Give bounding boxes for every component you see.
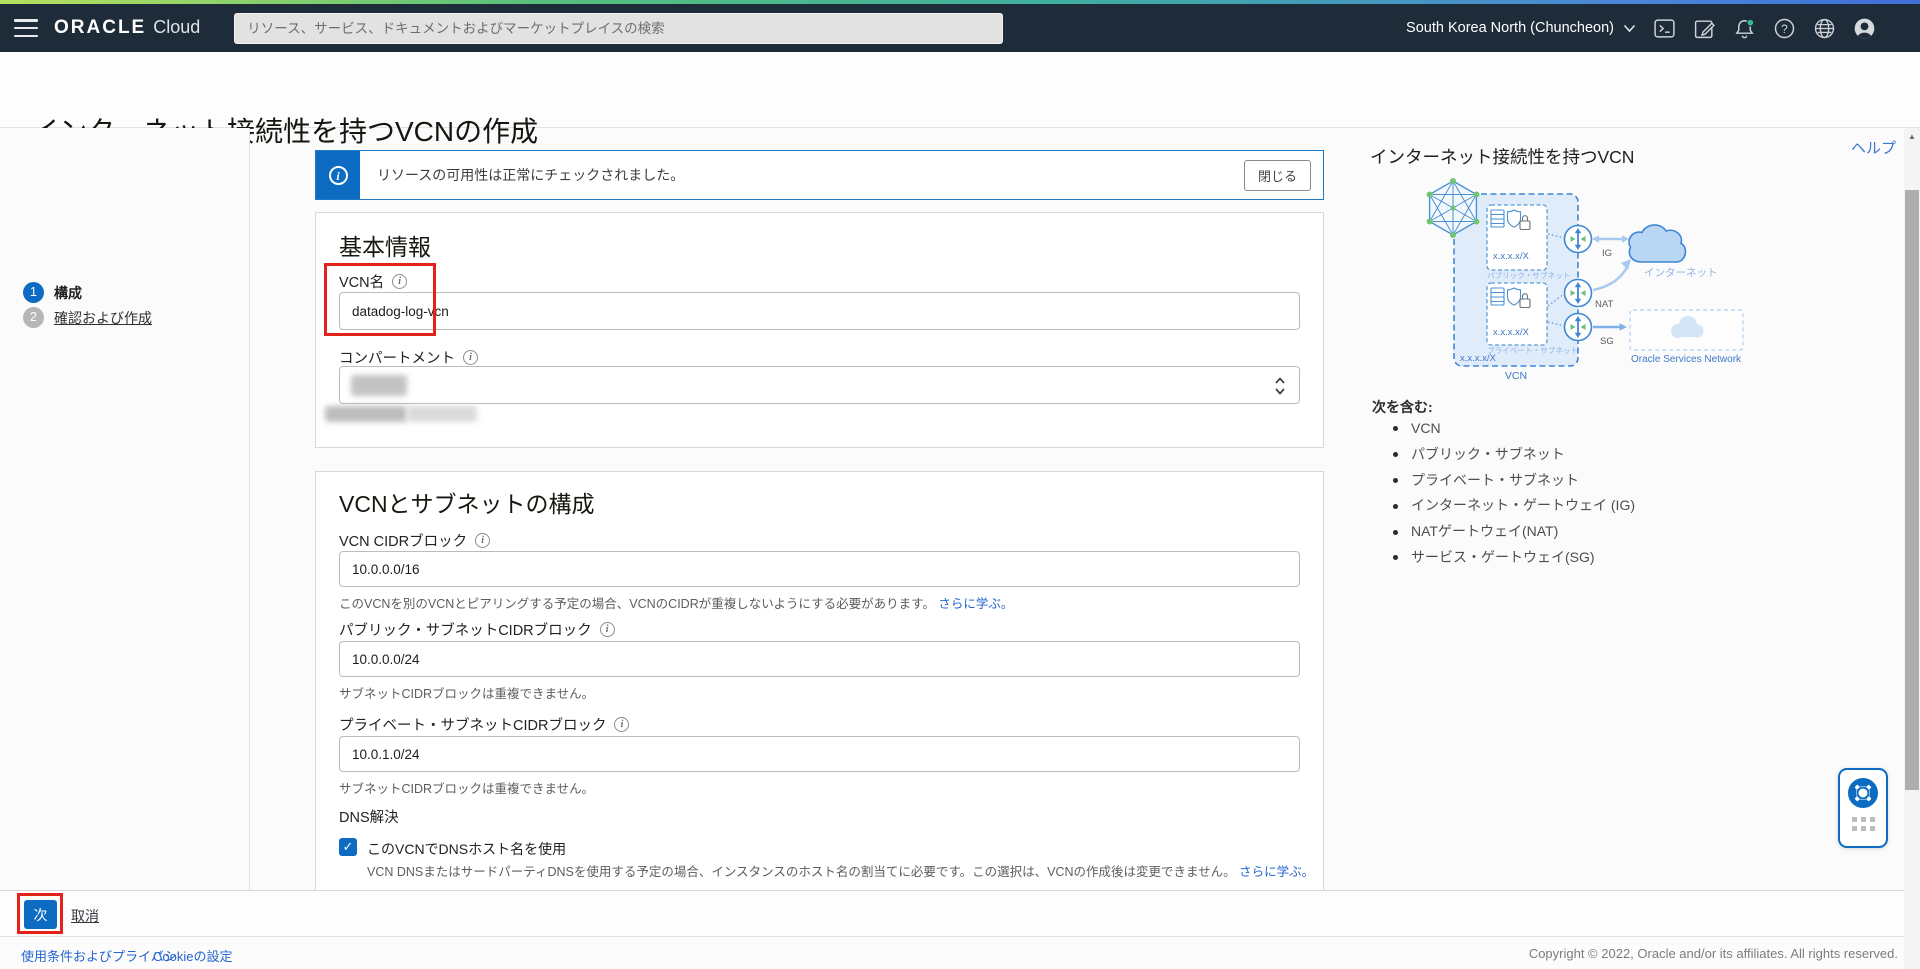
svg-text:プライベート・サブネット: プライベート・サブネット <box>1487 345 1578 355</box>
compartment-value-redacted <box>351 375 407 396</box>
page-footer: 使用条件およびプライバシ Cookieの設定 Copyright © 2022,… <box>0 936 1920 969</box>
step-label-configuration: 構成 <box>54 283 82 303</box>
list-item: プライベート・サブネット <box>1393 468 1635 494</box>
basic-info-heading: 基本情報 <box>339 228 431 262</box>
vcn-name-label: VCN名 i <box>339 271 407 292</box>
includes-heading: 次を含む: <box>1372 397 1433 417</box>
svg-text:?: ? <box>1781 21 1788 35</box>
public-subnet-cidr-label: パブリック・サブネットCIDRブロック i <box>339 619 615 640</box>
public-subnet-info-icon[interactable]: i <box>600 622 615 637</box>
oracle-cloud-console: ORACLE Cloud South Korea North (Chuncheo… <box>0 0 1920 969</box>
sg-label: SG <box>1600 336 1614 347</box>
side-panel-title: インターネット接続性を持つVCN <box>1370 144 1634 169</box>
ig-label: IG <box>1602 248 1612 259</box>
copyright-text: Copyright © 2022, Oracle and/or its affi… <box>1529 946 1898 961</box>
cookie-settings-link[interactable]: Cookieの設定 <box>153 946 232 965</box>
help-icon[interactable]: ? <box>1773 17 1796 40</box>
region-label: South Korea North (Chuncheon) <box>1406 20 1614 36</box>
svg-text:パブリック・サブネット: パブリック・サブネット <box>1487 270 1570 280</box>
life-ring-icon <box>1847 777 1879 809</box>
notification-badge <box>1747 19 1754 26</box>
internet-label: インターネット <box>1644 267 1718 279</box>
brand-oracle: ORACLE <box>54 17 146 39</box>
info-banner-icon: i <box>316 151 360 199</box>
banner-message: リソースの可用性は正常にチェックされました。 <box>377 165 684 185</box>
private-subnet-info-icon[interactable]: i <box>614 717 629 732</box>
page-title-bar: インターネット接続性を持つVCNの作成 ヘルプ <box>0 52 1920 128</box>
wizard-action-bar: 次 取消 <box>0 890 1920 936</box>
notifications-bell-icon[interactable] <box>1733 17 1756 40</box>
list-item: パブリック・サブネット <box>1393 442 1635 468</box>
compartment-info-icon[interactable]: i <box>463 350 478 365</box>
oracle-cloud-logo[interactable]: ORACLE Cloud <box>54 17 200 39</box>
language-globe-icon[interactable] <box>1813 17 1836 40</box>
global-search-input[interactable] <box>234 13 1003 44</box>
scrollbar-up-arrow[interactable]: ▲ <box>1904 128 1920 146</box>
vcn-name-input[interactable] <box>339 292 1300 330</box>
topbar-right-cluster: South Korea North (Chuncheon) ? <box>1406 17 1876 40</box>
learn-more-link-dns[interactable]: さらに学ぶ。 <box>1239 865 1314 879</box>
topbar: ORACLE Cloud South Korea North (Chuncheo… <box>0 4 1920 52</box>
private-subnet-cidr-input[interactable] <box>339 736 1300 772</box>
cancel-link[interactable]: 取消 <box>71 906 99 926</box>
dns-resolution-label: DNS解決 <box>339 806 399 827</box>
widget-grid-dots-icon <box>1852 817 1875 831</box>
step-number-2: 2 <box>23 307 44 328</box>
svg-text:x.x.x.x/X: x.x.x.x/X <box>1493 327 1530 338</box>
list-item: VCN <box>1393 416 1635 442</box>
help-link[interactable]: ヘルプ <box>1851 137 1896 158</box>
dns-hint: VCN DNSまたはサードパーティDNSを使用する予定の場合、インスタンスのホス… <box>367 861 1314 880</box>
wizard-stepper-column: 1 構成 2 確認および作成 <box>0 128 250 890</box>
vcn-cidr-label: VCN CIDRブロック i <box>339 530 490 551</box>
vcn-config-heading: VCNとサブネットの構成 <box>339 485 595 519</box>
region-selector[interactable]: South Korea North (Chuncheon) <box>1406 20 1636 36</box>
public-subnet-cidr-input[interactable] <box>339 641 1300 677</box>
brand-cloud: Cloud <box>153 17 200 38</box>
select-stepper-icon <box>1274 375 1286 397</box>
list-item: NATゲートウェイ(NAT) <box>1393 519 1635 545</box>
learn-more-link-cidr[interactable]: さらに学ぶ。 <box>938 597 1013 611</box>
vcn-cidr-input[interactable] <box>339 551 1300 587</box>
compartment-select[interactable] <box>339 366 1300 404</box>
compartment-label: コンパートメント i <box>339 347 478 368</box>
vcn-name-info-icon[interactable]: i <box>392 274 407 289</box>
compartment-path-redacted-2 <box>407 406 477 422</box>
gateway-icons <box>1565 226 1592 341</box>
cloud-shell-icon[interactable] <box>1653 17 1676 40</box>
step-label-review-create: 確認および作成 <box>54 308 152 328</box>
chevron-down-icon <box>1623 24 1636 33</box>
scrollbar-thumb[interactable] <box>1905 190 1919 790</box>
nat-label: NAT <box>1595 299 1613 310</box>
dns-hostnames-checkbox[interactable]: ✓ <box>339 838 357 856</box>
compartment-path-redacted-1 <box>325 406 407 422</box>
vcn-cidr-placeholder: x.x.x.x/X <box>1460 353 1497 364</box>
osn-box <box>1630 310 1743 350</box>
hamburger-menu-icon[interactable] <box>14 19 38 37</box>
edit-announcements-icon[interactable] <box>1693 17 1716 40</box>
osn-label: Oracle Services Network <box>1631 354 1742 365</box>
resource-availability-banner: i リソースの可用性は正常にチェックされました。 閉じる <box>315 150 1324 200</box>
svg-text:x.x.x.x/X: x.x.x.x/X <box>1493 251 1530 262</box>
banner-close-button[interactable]: 閉じる <box>1244 160 1311 191</box>
list-item: インターネット・ゲートウェイ (IG) <box>1393 493 1635 519</box>
vcn-diagram-label: VCN <box>1505 370 1527 382</box>
includes-list: VCN パブリック・サブネット プライベート・サブネット インターネット・ゲート… <box>1393 416 1635 571</box>
stepper-step-configuration[interactable]: 1 構成 <box>23 282 82 303</box>
dns-checkbox-label: このVCNでDNSホスト名を使用 <box>367 839 566 859</box>
step-number-1: 1 <box>23 282 44 303</box>
internet-cloud-icon <box>1629 225 1685 262</box>
vcn-architecture-diagram: x.x.x.x/X パブリック・サブネット x.x.x.x/X プライベート・サ… <box>1388 170 1808 385</box>
next-button[interactable]: 次 <box>24 900 57 929</box>
list-item: サービス・ゲートウェイ(SG) <box>1393 545 1635 571</box>
support-widget[interactable] <box>1838 768 1888 848</box>
private-subnet-cidr-label: プライベート・サブネットCIDRブロック i <box>339 714 629 735</box>
stepper-step-review-create[interactable]: 2 確認および作成 <box>23 307 152 328</box>
user-avatar-icon[interactable] <box>1853 17 1876 40</box>
public-subnet-hint: サブネットCIDRブロックは重複できません。 <box>339 683 594 702</box>
private-subnet-hint: サブネットCIDRブロックは重複できません。 <box>339 778 594 797</box>
vcn-cidr-hint: このVCNを別のVCNとピアリングする予定の場合、VCNのCIDRが重複しないよ… <box>339 593 1013 612</box>
vcn-cidr-info-icon[interactable]: i <box>475 533 490 548</box>
